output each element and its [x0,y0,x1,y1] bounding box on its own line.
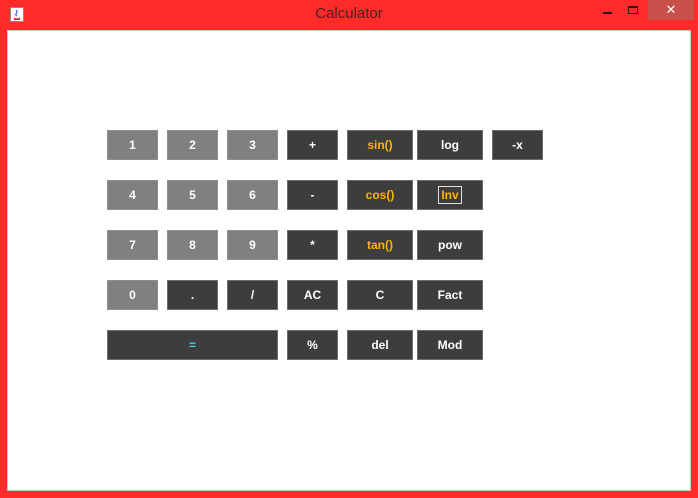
key-equals[interactable]: = [107,330,278,360]
maximize-icon [628,6,638,14]
key-3[interactable]: 3 [227,130,278,160]
title-bar[interactable]: Calculator ✕ [0,0,698,30]
key-factorial[interactable]: Fact [417,280,483,310]
key-mod[interactable]: Mod [417,330,483,360]
key-dot[interactable]: . [167,280,218,310]
key-all-clear[interactable]: AC [287,280,338,310]
minimize-button[interactable] [594,0,620,20]
key-inv[interactable]: Inv [417,180,483,210]
close-icon: ✕ [665,2,677,18]
minimize-icon [602,12,612,14]
key-sin[interactable]: sin() [347,130,413,160]
key-clear[interactable]: C [347,280,413,310]
calculator-window: Calculator ✕ 1 2 3 + sin() log -x 4 5 6 … [0,0,698,498]
key-8[interactable]: 8 [167,230,218,260]
key-5[interactable]: 5 [167,180,218,210]
key-7[interactable]: 7 [107,230,158,260]
key-divide[interactable]: / [227,280,278,310]
key-multiply[interactable]: * [287,230,338,260]
maximize-button[interactable] [620,0,646,20]
key-delete[interactable]: del [347,330,413,360]
key-minus[interactable]: - [287,180,338,210]
key-percent[interactable]: % [287,330,338,360]
key-tan[interactable]: tan() [347,230,413,260]
key-log[interactable]: log [417,130,483,160]
calculator-panel: 1 2 3 + sin() log -x 4 5 6 - cos() Inv 7… [7,30,691,491]
key-2[interactable]: 2 [167,130,218,160]
key-0[interactable]: 0 [107,280,158,310]
key-9[interactable]: 9 [227,230,278,260]
key-1[interactable]: 1 [107,130,158,160]
close-button[interactable]: ✕ [648,0,694,20]
key-negate[interactable]: -x [492,130,543,160]
key-6[interactable]: 6 [227,180,278,210]
key-4[interactable]: 4 [107,180,158,210]
key-cos[interactable]: cos() [347,180,413,210]
key-inv-label: Inv [438,186,462,204]
key-plus[interactable]: + [287,130,338,160]
key-pow[interactable]: pow [417,230,483,260]
